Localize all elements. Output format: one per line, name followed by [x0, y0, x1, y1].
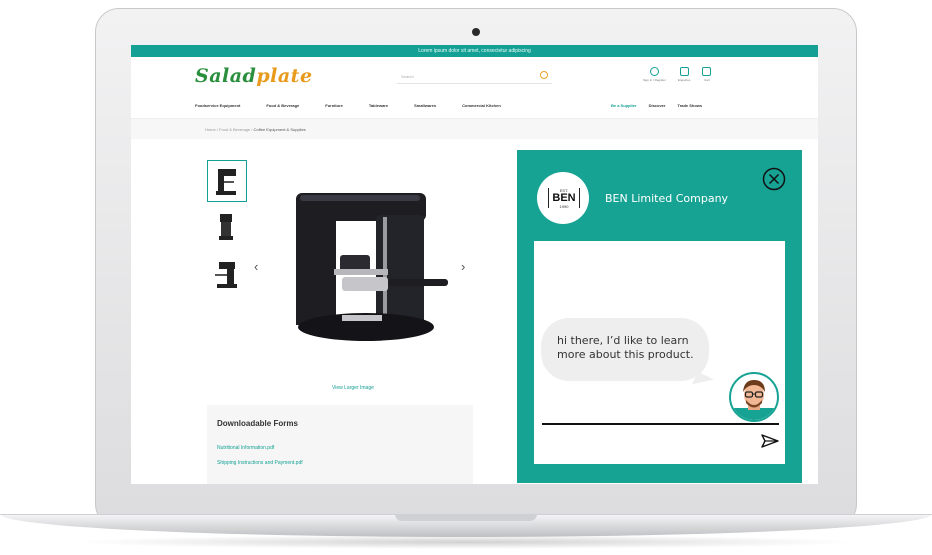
- nav-item-trade-shows[interactable]: Trade Shows: [677, 103, 702, 108]
- form-link-shipping[interactable]: Shipping Instructions and Payment.pdf: [217, 460, 303, 466]
- nav-item-foodservice[interactable]: Foodservice Equipment: [195, 103, 240, 113]
- company-logo: EST. BEN 1990: [537, 172, 589, 224]
- signin-button[interactable]: Sign in / Register: [643, 67, 666, 82]
- laptop-base-notch: [395, 514, 537, 521]
- nav-item-furniture[interactable]: Furniture: [325, 103, 343, 113]
- forms-title: Downloadable Forms: [217, 419, 298, 428]
- chat-icon: [679, 67, 689, 76]
- site-header: Saladplate Search Sign in / Register Enq…: [131, 57, 818, 87]
- user-icon: [649, 67, 659, 76]
- man-avatar-icon: [731, 380, 777, 420]
- message-bubble: hi there, I’d like to learn more about t…: [541, 318, 709, 381]
- enquiries-button[interactable]: Enquiries: [677, 67, 691, 82]
- nav-item-be-supplier[interactable]: Be a Supplier: [611, 103, 637, 108]
- search-icon[interactable]: [540, 71, 548, 79]
- company-name: BEN Limited Company: [605, 192, 729, 205]
- view-larger-link[interactable]: View Larger Image: [332, 385, 374, 391]
- breadcrumb-current: Coffee Equipment & Supplies: [253, 127, 306, 132]
- nav-item-tableware[interactable]: Tableware: [369, 103, 388, 113]
- ben-logo-box: EST. BEN 1990: [548, 188, 580, 209]
- nav-item-food-beverage[interactable]: Food & Beverage: [266, 103, 299, 113]
- logo-year: 1990: [559, 203, 569, 209]
- form-link-nutrition[interactable]: Nutritional Information.pdf: [217, 445, 274, 451]
- search-placeholder: Search: [401, 74, 414, 79]
- nav-item-smallwares[interactable]: Smallwares: [414, 103, 436, 113]
- close-icon[interactable]: [762, 167, 786, 191]
- product-thumbnail[interactable]: [207, 160, 247, 202]
- product-image: [296, 193, 448, 341]
- coffee-machine-thumb-icon: [216, 169, 236, 195]
- cart-icon: [702, 67, 712, 76]
- message-input[interactable]: [542, 423, 779, 425]
- cart-button[interactable]: Cart: [702, 67, 712, 82]
- coffee-machine-thumb-icon: [219, 214, 233, 240]
- enquiries-label: Enquiries: [677, 78, 691, 82]
- logo-main: Salad: [195, 65, 257, 87]
- site-logo[interactable]: Saladplate: [195, 65, 313, 87]
- logo-name: BEN: [552, 191, 576, 204]
- send-icon[interactable]: [760, 433, 780, 449]
- chat-messages-area: hi there, I’d like to learn more about t…: [534, 241, 785, 464]
- product-thumbnail[interactable]: [207, 254, 245, 294]
- message-text: hi there, I’d like to learn more about t…: [557, 334, 694, 361]
- logo-accent: plate: [256, 65, 313, 87]
- downloadable-forms-panel: Downloadable Forms Nutritional Informati…: [207, 405, 473, 484]
- breadcrumb: Home / Food & Beverage / Coffee Equipmen…: [205, 127, 306, 132]
- nav-item-discover[interactable]: Discover: [649, 103, 666, 108]
- user-avatar: [729, 372, 779, 422]
- coffee-machine-thumb-icon: [215, 262, 237, 288]
- nav-secondary: Be a Supplier Discover Trade Shows: [611, 103, 702, 108]
- cart-label: Cart: [704, 78, 710, 82]
- laptop-shadow: [70, 535, 862, 549]
- promo-banner: Lorem ipsum dolor sit amet, consectetur …: [131, 45, 818, 57]
- search-input[interactable]: Search: [397, 69, 552, 84]
- product-thumbnail[interactable]: [207, 207, 245, 247]
- signin-label: Sign in / Register: [643, 78, 666, 82]
- message-bubble-tail: [691, 371, 715, 393]
- webcam: [472, 28, 480, 36]
- breadcrumb-path[interactable]: Home / Food & Beverage /: [205, 127, 252, 132]
- header-actions: Sign in / Register Enquiries Cart: [643, 67, 712, 82]
- chat-widget: EST. BEN 1990 BEN Limited Company hi the…: [517, 150, 802, 483]
- nav-item-commercial-kitchen[interactable]: Commercial Kitchen: [462, 103, 501, 113]
